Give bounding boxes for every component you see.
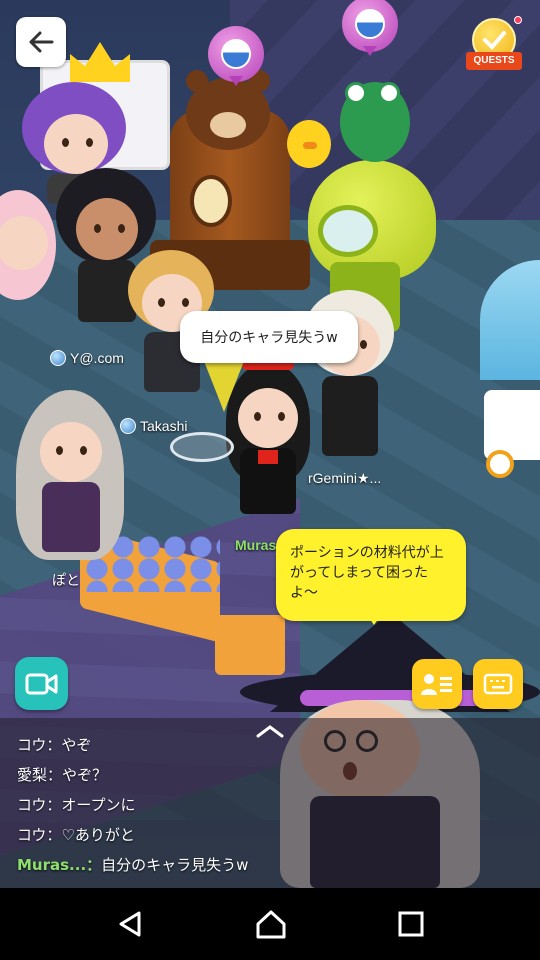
nameplate-takashi: Takashi [120, 418, 187, 434]
video-camera-icon [25, 673, 57, 694]
chat-line: 愛梨：やぞ？ [17, 766, 108, 784]
location-marker-left[interactable] [208, 26, 264, 86]
back-button[interactable] [16, 17, 66, 67]
chat-log-panel[interactable]: コウ：やぞ 愛梨：やぞ？ コウ：オープンに コウ：♡ありがと Muras...：… [0, 718, 540, 888]
friend-list-icon [421, 674, 452, 695]
globe-icon [120, 418, 136, 434]
game-scene[interactable]: Y@.com Takashi rGemini★... Muras ぽと 自分のキ… [0, 0, 540, 888]
keyboard-icon [483, 673, 513, 695]
npc-speech-bubble[interactable]: ポーションの材料代が上がってしまって困ったよ〜 [276, 529, 466, 625]
nameplate-poto: ぽと [52, 572, 80, 588]
player-speech-bubble: 自分のキャラ見失うw [180, 311, 358, 363]
nav-home-icon[interactable] [255, 909, 287, 939]
cart-wheel [486, 450, 514, 478]
nav-back-icon[interactable] [115, 909, 145, 939]
friend-list-button[interactable] [412, 659, 462, 709]
chat-line: コウ：オープンに [17, 796, 136, 814]
lamp-window [318, 205, 378, 257]
crown-decoration [70, 42, 130, 82]
cart-counter [484, 390, 540, 460]
chat-line: コウ：やぞ [17, 736, 92, 754]
quests-button[interactable]: QUESTS [466, 16, 522, 72]
chick-beak [303, 142, 317, 149]
orb-icon [221, 39, 251, 69]
chat-line-self: Muras...：自分のキャラ見失うw [17, 856, 249, 874]
video-button[interactable] [15, 657, 68, 710]
player-position-ring [170, 432, 234, 462]
player-marker-arrow [202, 356, 246, 412]
nav-recents-icon[interactable] [397, 910, 425, 938]
quests-label: QUESTS [466, 52, 522, 70]
chevron-up-icon[interactable] [256, 724, 284, 738]
avatar-gray-hair-girl[interactable] [10, 390, 130, 570]
nameplate-y-com: Y@.com [50, 350, 124, 366]
notification-dot [514, 16, 522, 24]
chat-line: コウ：♡ありがと [17, 826, 135, 844]
arrow-left-icon [29, 31, 54, 53]
orb-icon [355, 9, 385, 39]
bear-ear-left [186, 70, 208, 92]
bear-muzzle [210, 112, 246, 138]
nameplate-self: Muras [235, 537, 277, 553]
trunk-window [190, 175, 232, 227]
avatar-pink-hair-girl[interactable] [0, 190, 60, 340]
frog-eye-left [345, 82, 367, 104]
frog-eye-right [378, 82, 400, 104]
keyboard-button[interactable] [473, 659, 523, 709]
nameplate-gemini: rGemini★... [308, 470, 382, 486]
globe-icon [50, 350, 66, 366]
location-marker-right[interactable] [342, 0, 398, 56]
system-nav-bar [0, 888, 540, 960]
